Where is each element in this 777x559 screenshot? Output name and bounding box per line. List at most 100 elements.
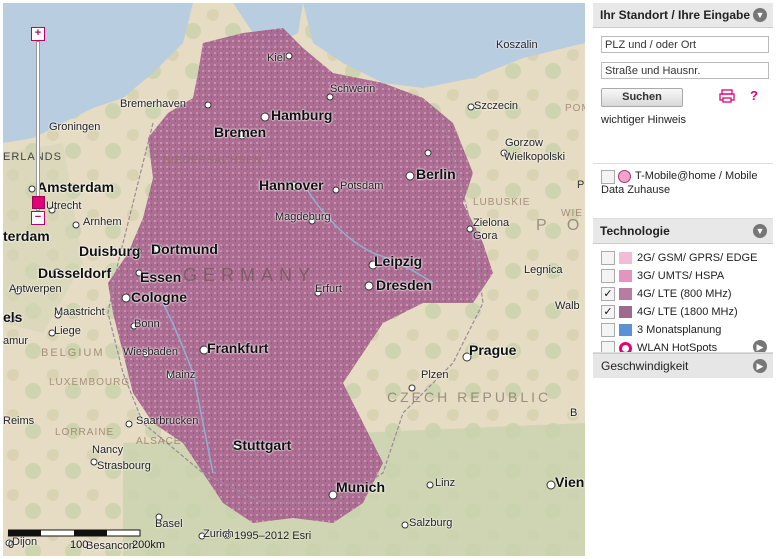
city-essen: Essen: [140, 269, 182, 285]
city-kiel: Kiel: [267, 52, 286, 64]
technology-item[interactable]: 3 Monatsplanung: [601, 321, 765, 339]
technology-label: 4G/ LTE (800 MHz): [637, 288, 732, 300]
map-copyright: © 1995–2012 Esri: [223, 530, 312, 542]
city-nancy: Nancy: [92, 444, 124, 456]
print-icon[interactable]: [719, 89, 735, 103]
legend-swatch: [619, 270, 632, 282]
city-rotterdam-partial: terdam: [3, 228, 50, 244]
city-utrecht: Utrecht: [46, 200, 82, 212]
technology-item[interactable]: ✓ 4G/ LTE (1800 MHz): [601, 303, 765, 321]
search-button[interactable]: Suchen: [601, 88, 683, 107]
zoom-out-button[interactable]: −: [31, 211, 45, 225]
city-stuttgart: Stuttgart: [233, 437, 292, 453]
city-antwerpen: Antwerpen: [9, 283, 62, 295]
technology-section: 2G/ GSM/ GPRS/ EDGE 3G/ UMTS/ HSPA ✓ 4G/ LT…: [593, 244, 773, 353]
city-maastricht: Maastricht: [54, 306, 105, 318]
city-walbrzych-partial: Walb: [555, 300, 580, 312]
label-belgium: BELGIUM: [41, 347, 105, 359]
label-poland: P O: [536, 217, 585, 234]
city-szczecin: Szczecin: [474, 100, 519, 112]
city-zielona: Zielona: [473, 217, 510, 229]
city-frankfurt: Frankfurt: [207, 340, 269, 356]
scale-zero: 0: [8, 539, 15, 551]
city-saarbrucken: Saarbrucken: [136, 415, 199, 427]
city-namur-partial: amur: [3, 335, 29, 347]
legend-swatch: [619, 324, 632, 336]
home-section: T-Mobile@home / Mobile Data Zuhause: [593, 164, 773, 219]
home-checkbox[interactable]: [601, 170, 615, 184]
label-pom: POM: [565, 103, 585, 114]
label-lorraine: LORRAINE: [55, 427, 115, 438]
label-lubuskie: LUBUSKIE: [473, 197, 531, 208]
city-reims: Reims: [3, 415, 35, 427]
zoom-in-button[interactable]: +: [31, 27, 45, 41]
legend-swatch: [619, 288, 632, 300]
city-arnhem: Arnhem: [83, 216, 122, 228]
plz-input[interactable]: [601, 36, 769, 53]
city-erfurt: Erfurt: [315, 283, 342, 295]
technology-checkbox[interactable]: ✓: [601, 305, 615, 319]
city-prague: Prague: [469, 342, 517, 358]
city-salzburg: Salzburg: [409, 517, 453, 529]
city-bremen: Bremen: [214, 124, 267, 140]
city-gorzow: Gorzow: [505, 137, 543, 149]
technology-checkbox[interactable]: [601, 341, 615, 352]
city-wiesbaden: Wiesbaden: [123, 346, 179, 358]
chevron-right-icon[interactable]: ▶: [753, 340, 767, 352]
technology-checkbox[interactable]: ✓: [601, 287, 615, 301]
city-liege: Liege: [54, 325, 81, 337]
technology-item[interactable]: 2G/ GSM/ GPRS/ EDGE: [601, 249, 765, 267]
city-besancon: Besancon: [86, 540, 135, 552]
zoom-slider-handle[interactable]: [32, 196, 45, 209]
location-header[interactable]: Ihr Standort / Ihre Eingabe ▼: [593, 3, 773, 28]
city-koszalin: Koszalin: [496, 39, 538, 51]
technology-label: 2G/ GSM/ GPRS/ EDGE: [637, 252, 758, 264]
city-dresden: Dresden: [376, 277, 433, 293]
city-amsterdam: Amsterdam: [37, 179, 115, 195]
technology-item[interactable]: ✓ 4G/ LTE (800 MHz): [601, 285, 765, 303]
technology-checkbox[interactable]: [601, 251, 615, 265]
city-munich: Munich: [336, 479, 385, 495]
technology-label: 3 Monatsplanung: [637, 324, 722, 336]
technology-item[interactable]: WLAN HotSpots: [601, 339, 765, 353]
city-potsdam: Potsdam: [340, 180, 384, 192]
city-legnica: Legnica: [524, 264, 563, 276]
chevron-down-icon[interactable]: ▼: [753, 8, 767, 22]
street-input[interactable]: [601, 62, 769, 79]
hint-link[interactable]: wichtiger Hinweis: [601, 114, 765, 126]
hotspot-icon: [619, 342, 632, 352]
label-wie: WIE: [561, 208, 583, 219]
city-leipzig: Leipzig: [374, 253, 423, 269]
speed-header[interactable]: Geschwindigkeit ▶: [593, 353, 773, 378]
city-magdeburg: Magdeburg: [275, 211, 331, 223]
speed-header-title: Geschwindigkeit: [601, 359, 689, 373]
city-brno-partial: B: [570, 407, 578, 419]
technology-item[interactable]: 3G/ UMTS/ HSPA: [601, 267, 765, 285]
legend-swatch: [619, 252, 632, 264]
technology-header[interactable]: Technologie ▼: [593, 219, 773, 244]
city-brussels-partial: els: [3, 309, 23, 325]
help-icon[interactable]: ?: [750, 88, 758, 103]
chevron-down-icon[interactable]: ▼: [753, 224, 767, 238]
technology-checkbox[interactable]: [601, 269, 615, 283]
technology-list: 2G/ GSM/ GPRS/ EDGE 3G/ UMTS/ HSPA ✓ 4G/ LT…: [601, 249, 765, 353]
coverage-map[interactable]: GERMANY CZECH REPUBLIC BELGIUM LUXEMBOUR…: [3, 3, 585, 556]
technology-label: WLAN HotSpots: [637, 342, 718, 353]
zoom-slider-track[interactable]: [36, 41, 40, 211]
city-wielkopolski: Wielkopolski: [504, 151, 566, 163]
scale-bar-graphic: [8, 529, 141, 537]
legend-swatch: [619, 306, 632, 318]
city-gora: Gora: [473, 230, 498, 242]
scale-mid: 100: [70, 539, 89, 551]
city-vienna-partial: Vien: [555, 474, 585, 490]
location-header-title: Ihr Standort / Ihre Eingabe: [600, 8, 751, 22]
technology-label: 3G/ UMTS/ HSPA: [637, 270, 725, 282]
city-duisburg: Duisburg: [79, 243, 141, 259]
chevron-right-icon[interactable]: ▶: [753, 359, 767, 373]
label-niedersachsen: NIEDERSACHSEN: [163, 155, 263, 166]
city-bonn: Bonn: [134, 318, 160, 330]
label-germany: GERMANY: [183, 265, 317, 285]
city-hamburg: Hamburg: [271, 107, 333, 123]
technology-checkbox[interactable]: [601, 323, 615, 337]
city-plzen: Plzen: [421, 369, 449, 381]
